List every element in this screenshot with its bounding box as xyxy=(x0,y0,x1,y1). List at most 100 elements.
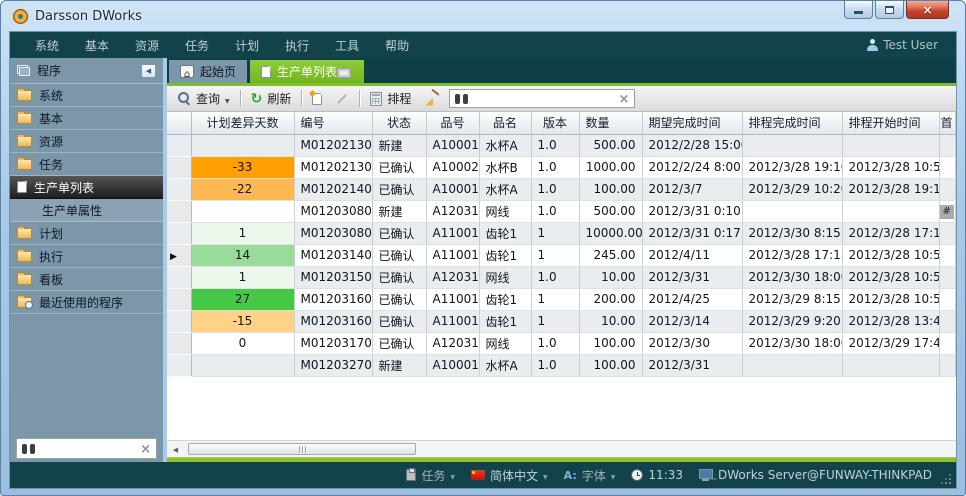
cell-sched-finish[interactable]: 2012/3/28 19:10 xyxy=(742,156,842,178)
close-button[interactable]: × xyxy=(906,1,949,19)
cell-part-no[interactable]: A12031 xyxy=(426,332,479,354)
cell-part-name[interactable]: 网线 xyxy=(479,266,531,288)
cell-expected-finish[interactable]: 2012/3/7 xyxy=(642,178,742,200)
cell-part-name[interactable]: 水杯A xyxy=(479,354,531,376)
table-row[interactable]: ▶ 0 M012031701 已确认 A12031 网线 1.0 100.00 … xyxy=(167,332,955,354)
cell-version[interactable]: 1.0 xyxy=(531,134,579,156)
column-header-diff-days[interactable]: 计划差异天数 xyxy=(191,112,294,134)
cell-version[interactable]: 1.0 xyxy=(531,156,579,178)
cell-sched-start[interactable]: 2012/3/28 17:13 xyxy=(842,222,939,244)
row-selector-header[interactable] xyxy=(167,112,191,134)
cell-part-name[interactable]: 网线 xyxy=(479,200,531,222)
cell-code[interactable]: M012030802 xyxy=(294,222,372,244)
refresh-button[interactable]: 刷新 xyxy=(248,88,295,109)
column-header-sched-start[interactable]: 排程开始时间 xyxy=(842,112,939,134)
cell-diff-days[interactable]: -33 xyxy=(191,156,294,178)
cell-diff-days[interactable]: -22 xyxy=(191,178,294,200)
cell-sched-start[interactable]: 2012/3/29 17:46 xyxy=(842,332,939,354)
row-selector-cell[interactable]: ▶ xyxy=(167,200,191,222)
maximize-button[interactable] xyxy=(875,1,904,19)
cell-part-no[interactable]: A11001 xyxy=(426,244,479,266)
cell-diff-days[interactable]: 27 xyxy=(191,288,294,310)
cell-expected-finish[interactable]: 2012/3/31 xyxy=(642,266,742,288)
column-header-sched-finish[interactable]: 排程完成时间 xyxy=(742,112,842,134)
cell-part-no[interactable]: A10001 xyxy=(426,354,479,376)
window-list-icon[interactable] xyxy=(337,68,351,78)
cell-qty[interactable]: 100.00 xyxy=(579,178,642,200)
sidebar-item[interactable]: 系统 xyxy=(10,84,163,107)
cell-expected-finish[interactable]: 2012/4/25 xyxy=(642,288,742,310)
cell-status[interactable]: 新建 xyxy=(372,354,426,376)
cell-version[interactable]: 1.0 xyxy=(531,178,579,200)
cell-version[interactable]: 1.0 xyxy=(531,332,579,354)
cell-code[interactable]: M012031701 xyxy=(294,332,372,354)
scroll-left-button[interactable]: ◀ xyxy=(167,442,184,457)
cell-part-name[interactable]: 水杯A xyxy=(479,134,531,156)
sidebar-item[interactable]: 基本 xyxy=(10,107,163,130)
cell-diff-days[interactable]: 0 xyxy=(191,332,294,354)
cell-version[interactable]: 1 xyxy=(531,310,579,332)
cell-part-no[interactable]: A12031 xyxy=(426,200,479,222)
cell-part-no[interactable]: A11001 xyxy=(426,310,479,332)
table-row[interactable]: ▶ M012032701 新建 A10001 水杯A 1.0 100.00 20… xyxy=(167,354,955,376)
cell-diff-days[interactable] xyxy=(191,354,294,376)
cell-expected-finish[interactable]: 2012/3/31 xyxy=(642,354,742,376)
cell-sched-finish[interactable]: 2012/3/29 10:20 xyxy=(742,178,842,200)
row-selector-cell[interactable]: ▶ xyxy=(167,266,191,288)
cell-sched-start[interactable]: 2012/3/28 10:52 xyxy=(842,266,939,288)
toolbar-search-input[interactable] xyxy=(473,92,613,106)
collapse-sidebar-button[interactable]: ◀ xyxy=(141,64,156,78)
cell-sched-start[interactable] xyxy=(842,134,939,156)
cell-qty[interactable]: 100.00 xyxy=(579,332,642,354)
table-row[interactable]: ▶ -33 M012021302 已确认 A10002 水杯B 1.0 1000… xyxy=(167,156,955,178)
cell-expected-finish[interactable]: 2012/3/31 0:10 xyxy=(642,200,742,222)
cell-code[interactable]: M012021301 xyxy=(294,134,372,156)
cell-part-no[interactable]: A10001 xyxy=(426,178,479,200)
column-header-code[interactable]: 编号 xyxy=(294,112,372,134)
cell-diff-days[interactable]: 1 xyxy=(191,222,294,244)
task-menu[interactable]: 任务 xyxy=(406,467,455,484)
row-selector-cell[interactable]: ▶ xyxy=(167,332,191,354)
cell-code[interactable]: M012031402 xyxy=(294,244,372,266)
cell-status[interactable]: 已确认 xyxy=(372,222,426,244)
cell-sched-finish[interactable]: 2012/3/30 8:15 xyxy=(742,222,842,244)
row-selector-cell[interactable]: ▶ xyxy=(167,156,191,178)
tab-home[interactable]: 起始页 xyxy=(169,60,247,83)
column-header-expected-finish[interactable]: 期望完成时间 xyxy=(642,112,742,134)
cell-part-name[interactable]: 齿轮1 xyxy=(479,310,531,332)
cell-clipped[interactable]: # xyxy=(939,266,955,288)
menu-item[interactable]: 资源 xyxy=(122,34,172,57)
cell-code[interactable]: M012021401 xyxy=(294,178,372,200)
new-button[interactable] xyxy=(309,91,325,107)
cell-qty[interactable]: 500.00 xyxy=(579,200,642,222)
cell-sched-start[interactable]: 2012/3/28 10:52 xyxy=(842,288,939,310)
cell-part-no[interactable]: A10001 xyxy=(426,134,479,156)
schedule-button[interactable]: 排程 xyxy=(367,88,414,109)
menu-item[interactable]: 计划 xyxy=(222,34,272,57)
cell-version[interactable]: 1 xyxy=(531,222,579,244)
cell-qty[interactable]: 10.00 xyxy=(579,310,642,332)
cell-clipped[interactable]: # xyxy=(939,178,955,200)
cell-part-no[interactable]: A11001 xyxy=(426,222,479,244)
cell-qty[interactable]: 200.00 xyxy=(579,288,642,310)
cell-sched-start[interactable] xyxy=(842,200,939,222)
cell-diff-days[interactable] xyxy=(191,134,294,156)
cell-part-no[interactable]: A12031 xyxy=(426,266,479,288)
clear-search-icon[interactable] xyxy=(140,442,151,456)
cell-part-no[interactable]: A10002 xyxy=(426,156,479,178)
cell-status[interactable]: 已确认 xyxy=(372,156,426,178)
cell-code[interactable]: M012031602 xyxy=(294,310,372,332)
cell-version[interactable]: 1.0 xyxy=(531,200,579,222)
sidebar-item[interactable]: 最近使用的程序 xyxy=(10,291,163,314)
minimize-button[interactable] xyxy=(844,1,873,19)
table-row[interactable]: ▶ 1 M012031501 已确认 A12031 网线 1.0 10.00 2… xyxy=(167,266,955,288)
cell-clipped[interactable]: # xyxy=(939,134,955,156)
cell-part-name[interactable]: 齿轮1 xyxy=(479,222,531,244)
row-selector-cell[interactable]: ▶ xyxy=(167,222,191,244)
sidebar-item[interactable]: 计划 xyxy=(10,222,163,245)
cell-diff-days[interactable]: 1 xyxy=(191,266,294,288)
table-row[interactable]: ▶ M012021301 新建 A10001 水杯A 1.0 500.00 20… xyxy=(167,134,955,156)
cell-code[interactable]: M012021302 xyxy=(294,156,372,178)
menu-item[interactable]: 执行 xyxy=(272,34,322,57)
cell-status[interactable]: 已确认 xyxy=(372,310,426,332)
